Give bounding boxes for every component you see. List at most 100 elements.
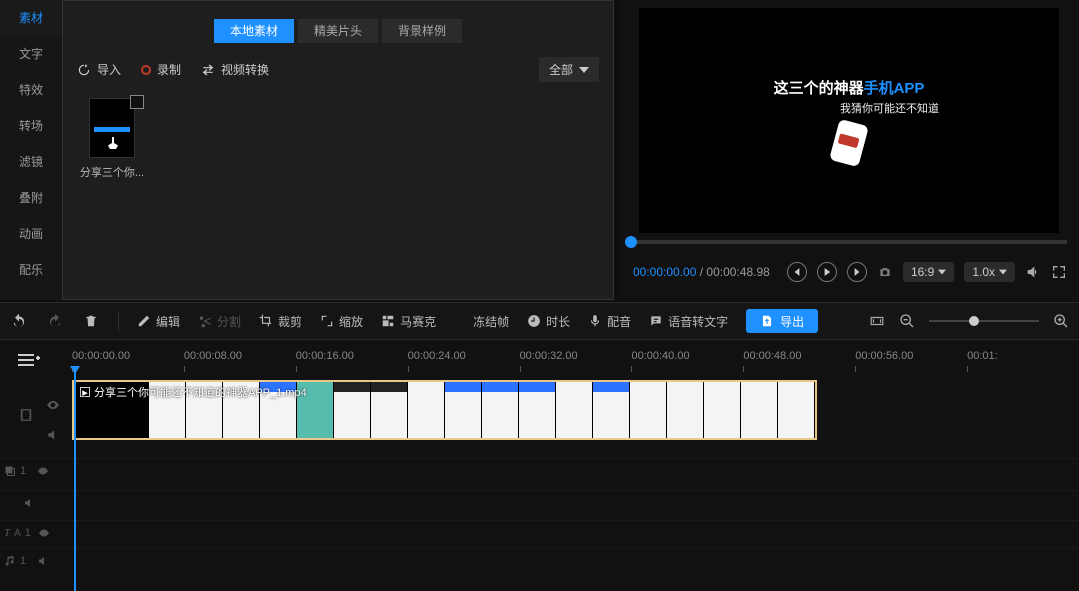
zoom-slider-knob[interactable]: [969, 316, 979, 326]
rail-item-transition[interactable]: 转场: [0, 108, 62, 144]
preview-graphic: [829, 119, 869, 167]
scrubber-knob[interactable]: [625, 236, 637, 248]
export-button[interactable]: 导出: [746, 309, 818, 333]
preview-overlay-line2: 我猜你可能还不知道: [759, 100, 939, 116]
ruler-tick: 00:00:40.00: [631, 350, 743, 376]
chevron-down-icon: [579, 65, 589, 75]
time-ruler[interactable]: 00:00:00.00 00:00:08.00 00:00:16.00 00:0…: [72, 350, 1079, 376]
asset-tabs: 本地素材 精美片头 背景样例: [63, 1, 613, 43]
film-icon: [0, 400, 52, 430]
fit-icon[interactable]: [869, 314, 885, 328]
clip-play-icon: ▸: [80, 387, 90, 397]
clip-label: ▸ 分享三个你可能还不知道的神器APP_1.mp4: [80, 384, 307, 400]
rail-item-text[interactable]: 文字: [0, 36, 62, 72]
divider: [118, 311, 119, 331]
edit-toolbar: 编辑 分割 裁剪 缩放 马赛克 冻结帧 时长 配音 语音转文字 导出: [0, 302, 1079, 340]
edit-icon: [137, 314, 151, 328]
mic-icon: [588, 314, 602, 328]
zoom-slider[interactable]: [929, 320, 1039, 322]
split-button[interactable]: 分割: [198, 313, 241, 330]
transport-bar: 00:00:00.00 / 00:00:48.98 16:9 1.0x: [633, 260, 1067, 284]
rail-item-material[interactable]: 素材: [0, 0, 62, 36]
next-icon: [853, 268, 861, 276]
freeze-button[interactable]: 冻结帧: [454, 313, 509, 330]
ruler-tick: 00:00:00.00: [72, 350, 184, 376]
undo-button[interactable]: [10, 313, 28, 329]
time-display: 00:00:00.00 / 00:00:48.98: [633, 265, 770, 279]
prev-frame-button[interactable]: [787, 262, 807, 282]
ruler-tick: 00:00:24.00: [408, 350, 520, 376]
thumbnail-image: [89, 98, 135, 158]
zoom-icon: [320, 314, 334, 328]
convert-icon: [201, 63, 215, 77]
rail-item-overlay[interactable]: 叠附: [0, 180, 62, 216]
edit-button[interactable]: 编辑: [137, 313, 180, 330]
export-icon: [760, 314, 774, 328]
left-rail: 素材 文字 特效 转场 滤镜 叠附 动画 配乐: [0, 0, 62, 300]
speed-dropdown[interactable]: 1.0x: [964, 262, 1015, 282]
preview-scrubber[interactable]: [631, 240, 1067, 244]
prev-icon: [793, 268, 801, 276]
filter-label: 全部: [549, 61, 573, 78]
redo-icon: [47, 313, 63, 329]
record-button[interactable]: 录制: [141, 61, 181, 78]
asset-thumbnail[interactable]: 分享三个你...: [77, 98, 147, 180]
redo-button[interactable]: [46, 313, 64, 329]
playhead[interactable]: [74, 372, 76, 591]
convert-button[interactable]: 视频转换: [201, 61, 269, 78]
mosaic-button[interactable]: 马赛克: [381, 313, 436, 330]
import-label: 导入: [97, 61, 121, 78]
aspect-label: 16:9: [911, 265, 934, 279]
video-clip[interactable]: ▸ 分享三个你可能还不知道的神器APP_1.mp4: [72, 380, 817, 440]
thumbnail-label: 分享三个你...: [77, 164, 147, 180]
fullscreen-icon[interactable]: [1051, 264, 1067, 280]
preview-video[interactable]: 这三个的神器手机APP 我猜你可能还不知道: [639, 8, 1059, 233]
mosaic-icon: [381, 314, 395, 328]
track-text[interactable]: TA A 11: [0, 520, 1079, 550]
total-time: 00:00:48.98: [706, 265, 769, 279]
speed-label: 1.0x: [972, 265, 995, 279]
rail-item-filter[interactable]: 滤镜: [0, 144, 62, 180]
ruler-tick: 00:00:32.00: [520, 350, 632, 376]
stt-button[interactable]: 语音转文字: [649, 313, 728, 330]
zoom-out-icon[interactable]: [899, 313, 915, 329]
import-button[interactable]: 导入: [77, 61, 121, 78]
tab-intro[interactable]: 精美片头: [298, 19, 378, 43]
clock-icon: [527, 314, 541, 328]
play-button[interactable]: [817, 262, 837, 282]
zoom-in-icon[interactable]: [1053, 313, 1069, 329]
rail-item-music[interactable]: 配乐: [0, 252, 62, 288]
tab-local[interactable]: 本地素材: [214, 19, 294, 43]
volume-icon[interactable]: [1025, 264, 1041, 280]
current-time: 00:00:00.00: [633, 265, 696, 279]
ruler-tick: 00:00:08.00: [184, 350, 296, 376]
record-icon: [141, 65, 151, 75]
camera-icon[interactable]: [877, 265, 893, 279]
duration-button[interactable]: 时长: [527, 313, 570, 330]
dub-button[interactable]: 配音: [588, 313, 631, 330]
scissors-icon: [198, 314, 212, 328]
crop-button[interactable]: 裁剪: [259, 313, 302, 330]
chevron-down-icon: [938, 268, 946, 276]
next-frame-button[interactable]: [847, 262, 867, 282]
tab-background[interactable]: 背景样例: [382, 19, 462, 43]
ruler-tick: 00:00:48.00: [743, 350, 855, 376]
aspect-ratio-dropdown[interactable]: 16:9: [903, 262, 954, 282]
record-label: 录制: [157, 61, 181, 78]
asset-panel: 本地素材 精美片头 背景样例 导入 录制 视频转换 全部 分享三个你...: [62, 0, 614, 300]
preview-overlay-line1: 这三个的神器手机APP: [774, 77, 925, 98]
scale-button[interactable]: 缩放: [320, 313, 363, 330]
ruler-tick: 00:01:: [967, 350, 1079, 376]
ruler-tick: 00:00:16.00: [296, 350, 408, 376]
convert-label: 视频转换: [221, 61, 269, 78]
track-overlay[interactable]: 1: [0, 458, 1079, 488]
track-audio[interactable]: 1: [0, 548, 1079, 578]
track-gutter: [0, 350, 52, 591]
track-row-spacer: [0, 490, 1079, 520]
stt-icon: [649, 314, 663, 328]
rail-item-effects[interactable]: 特效: [0, 72, 62, 108]
preview-panel: 这三个的神器手机APP 我猜你可能还不知道 00:00:00.00 / 00:0…: [619, 0, 1079, 300]
filter-dropdown[interactable]: 全部: [539, 57, 599, 82]
rail-item-animation[interactable]: 动画: [0, 216, 62, 252]
delete-button[interactable]: [82, 314, 100, 328]
